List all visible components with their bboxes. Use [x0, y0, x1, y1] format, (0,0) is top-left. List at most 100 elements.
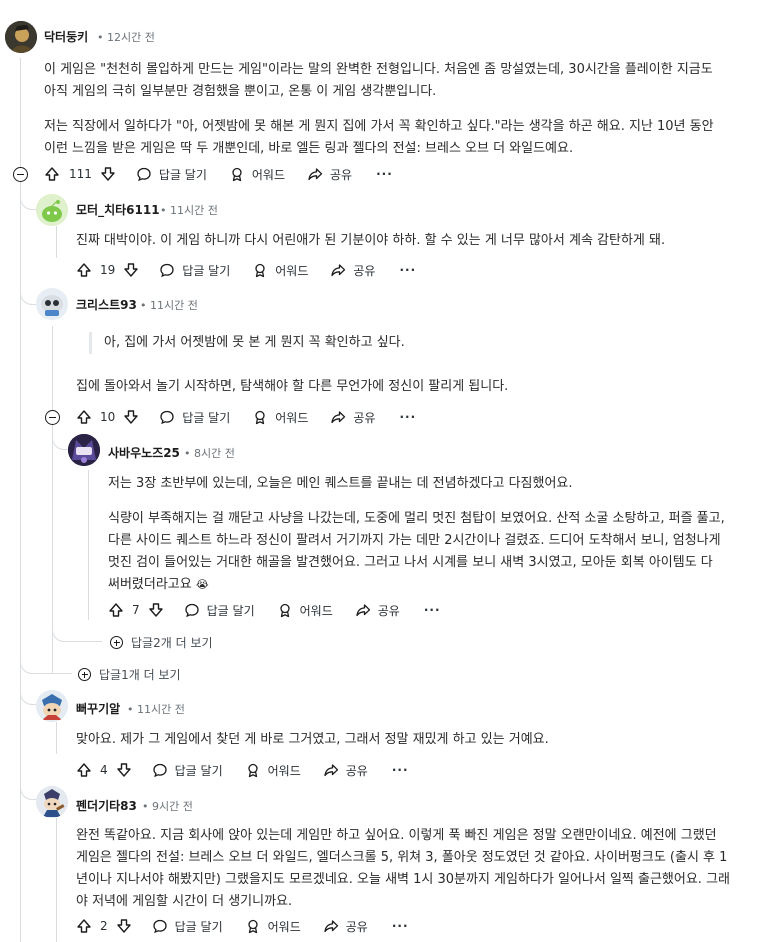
vote-count: 7 — [132, 603, 140, 617]
thread-elbow — [52, 620, 102, 642]
comment-timestamp: • 11시간 전 — [140, 299, 198, 312]
avatar[interactable] — [36, 786, 68, 818]
more-options-button[interactable]: ··· — [424, 603, 441, 617]
downvote-button[interactable] — [100, 166, 116, 182]
upvote-icon — [109, 603, 123, 617]
downvote-icon — [116, 763, 131, 777]
downvote-icon — [124, 263, 138, 277]
comment-body-paragraph: 저는 직장에서 일하다가 "아, 어젯밤에 못 해본 게 뭔지 집에 가서 꼭 … — [44, 119, 714, 156]
more-options-button[interactable]: ··· — [399, 263, 416, 277]
comment-body-paragraph: 완전 똑같아요. 지금 회사에 앉아 있는데 게임만 하고 싶어요. 이렇게 푹… — [76, 828, 730, 909]
upvote-button[interactable] — [108, 602, 124, 618]
comment-actions: 2 답글 달기 어워드 공유 ··· — [76, 912, 409, 940]
thread-line-leaf — [56, 226, 57, 258]
more-replies-link[interactable]: 답글1개 더 보기 — [78, 666, 181, 683]
comment-body-paragraph: 이 게임은 "천천히 몰입하게 만드는 게임"이라는 말의 완벽한 전형입니다.… — [44, 62, 713, 99]
snoo-avatar-icon — [36, 194, 68, 226]
award-button[interactable]: 어워드 — [245, 762, 301, 779]
comment-actions: 10 답글 달기 어워드 공유 ··· — [76, 403, 416, 431]
award-button[interactable]: 어워드 — [245, 918, 301, 935]
more-replies-link[interactable]: 답글2개 더 보기 — [110, 634, 213, 651]
more-options-button[interactable]: ··· — [392, 919, 409, 933]
snoo-avatar-icon — [68, 434, 100, 466]
comment-author[interactable]: 사바우노즈25 — [108, 444, 180, 461]
upvote-button[interactable] — [76, 918, 92, 934]
avatar[interactable] — [5, 21, 37, 53]
reply-icon — [152, 919, 167, 934]
thread-elbow — [20, 683, 36, 705]
thread-elbow — [52, 428, 68, 450]
comment-body-paragraph: 맞아요. 제가 그 게임에서 찾던 게 바로 그거였고, 그래서 정말 재밌게 … — [76, 732, 549, 747]
more-options-button[interactable]: ··· — [392, 763, 409, 777]
comment-timestamp: • 11시간 전 — [127, 703, 185, 716]
award-button[interactable]: 어워드 — [252, 409, 308, 426]
thread-elbow — [20, 283, 36, 305]
collapse-thread-button[interactable] — [13, 167, 28, 182]
share-button[interactable]: 공유 — [330, 262, 375, 279]
avatar-image — [5, 21, 37, 53]
downvote-button[interactable] — [123, 409, 139, 425]
comment-author[interactable]: 뻐꾸기알 — [76, 700, 120, 717]
downvote-button[interactable] — [116, 918, 132, 934]
avatar[interactable] — [36, 288, 68, 320]
thread-line-leaf — [56, 722, 57, 754]
award-button[interactable]: 어워드 — [252, 262, 308, 279]
downvote-icon — [148, 603, 163, 617]
more-options-button[interactable]: ··· — [376, 167, 393, 181]
share-icon — [331, 264, 346, 277]
share-button[interactable]: 공유 — [323, 918, 368, 935]
downvote-button[interactable] — [123, 262, 139, 278]
share-icon — [324, 920, 338, 933]
comment-actions: 19 답글 달기 어워드 공유 ··· — [76, 256, 416, 284]
vote-count: 4 — [100, 763, 108, 777]
upvote-icon — [77, 763, 91, 777]
reply-button[interactable]: 답글 달기 — [184, 602, 255, 619]
share-button[interactable]: 공유 — [330, 409, 375, 426]
avatar[interactable] — [36, 690, 68, 722]
reply-button[interactable]: 답글 달기 — [136, 166, 207, 183]
comment-actions: 111 답글 달기 어워드 공유 ··· — [44, 160, 393, 188]
reply-icon — [184, 603, 199, 618]
collapse-thread-button[interactable] — [45, 410, 60, 425]
award-button[interactable]: 어워드 — [229, 166, 285, 183]
reply-button[interactable]: 답글 달기 — [152, 762, 223, 779]
emoji: 😭 — [195, 578, 209, 591]
reply-icon — [160, 410, 174, 425]
upvote-icon — [77, 919, 91, 933]
award-icon — [279, 603, 290, 618]
share-icon — [324, 764, 338, 777]
share-button[interactable]: 공유 — [355, 602, 400, 619]
vote-count: 10 — [100, 410, 116, 424]
upvote-button[interactable] — [76, 409, 92, 425]
reply-button[interactable]: 답글 달기 — [159, 409, 230, 426]
comment-author[interactable]: 펜더기타83 — [76, 797, 137, 814]
comment-author[interactable]: 닥터둥키 — [44, 28, 88, 45]
comment-body-paragraph: 집에 돌아와서 놀기 시작하면, 탐색해야 할 다른 무언가에 정신이 팔리게 … — [76, 379, 509, 394]
comment-author[interactable]: 모터_치타6111 — [76, 201, 160, 218]
share-button[interactable]: 공유 — [307, 166, 352, 183]
share-button[interactable]: 공유 — [323, 762, 368, 779]
downvote-button[interactable] — [116, 762, 132, 778]
comment-timestamp: • 8시간 전 — [184, 447, 235, 460]
vote-count: 19 — [100, 263, 116, 277]
reply-button[interactable]: 답글 달기 — [159, 262, 230, 279]
downvote-button[interactable] — [148, 602, 164, 618]
reply-icon — [160, 263, 174, 278]
upvote-button[interactable] — [76, 262, 92, 278]
snoo-avatar-icon — [36, 690, 68, 722]
avatar[interactable] — [68, 434, 100, 466]
plus-circle-icon — [110, 636, 123, 649]
share-icon — [331, 411, 346, 424]
vote-count: 2 — [100, 919, 108, 933]
snoo-avatar-icon — [36, 288, 68, 320]
upvote-button[interactable] — [44, 166, 60, 182]
award-button[interactable]: 어워드 — [277, 602, 333, 619]
thread-elbow — [20, 778, 36, 800]
avatar[interactable] — [36, 194, 68, 226]
more-options-button[interactable]: ··· — [399, 410, 416, 424]
snoo-avatar-icon — [36, 786, 68, 818]
upvote-button[interactable] — [76, 762, 92, 778]
reply-button[interactable]: 답글 달기 — [152, 918, 223, 935]
downvote-icon — [124, 410, 138, 424]
comment-author[interactable]: 크리스트93 — [76, 296, 137, 313]
